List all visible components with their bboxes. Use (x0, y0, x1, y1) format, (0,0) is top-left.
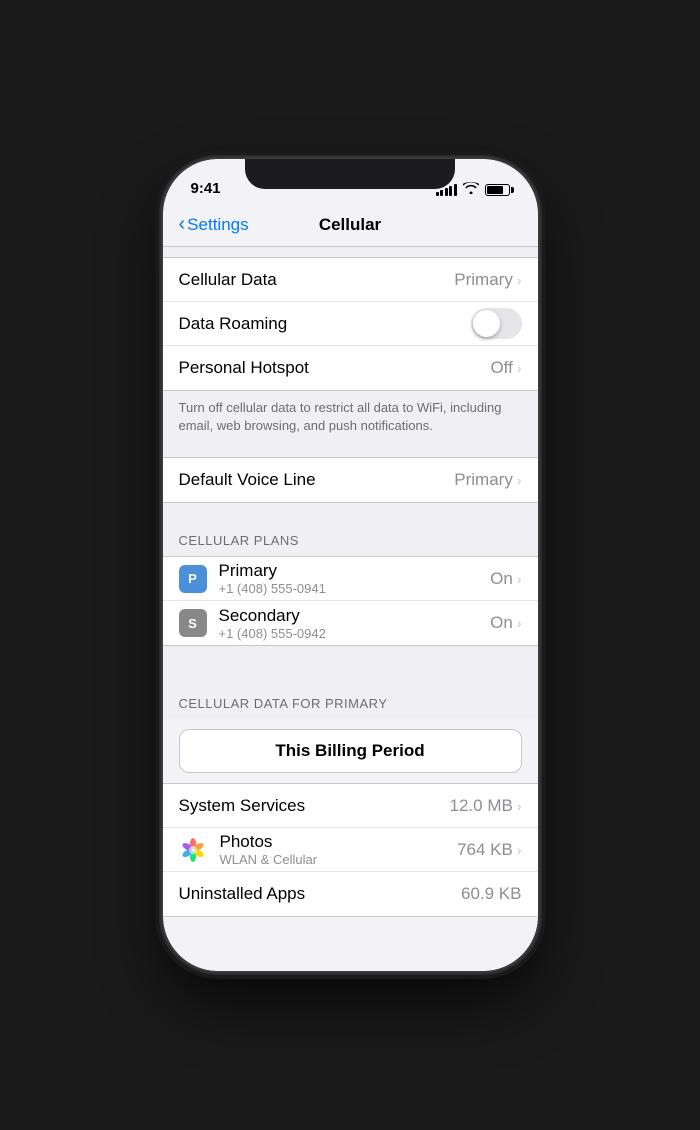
toggle-knob (473, 310, 500, 337)
photos-value: 764 KB › (457, 840, 521, 860)
data-roaming-toggle[interactable] (471, 308, 522, 339)
voice-line-group: Default Voice Line Primary › (163, 457, 538, 503)
wifi-icon (463, 182, 479, 197)
top-spacer (163, 247, 538, 257)
cellular-data-value: Primary › (454, 270, 521, 290)
chevron-right-icon: › (517, 360, 522, 376)
personal-hotspot-row[interactable]: Personal Hotspot Off › (163, 346, 538, 390)
system-services-row[interactable]: System Services 12.0 MB › (163, 784, 538, 828)
secondary-plan-info: Secondary +1 (408) 555-0942 (219, 606, 491, 641)
personal-hotspot-label: Personal Hotspot (179, 358, 491, 378)
photos-row[interactable]: Photos WLAN & Cellular 764 KB › (163, 828, 538, 872)
chevron-right-icon: › (517, 472, 522, 488)
billing-period-button[interactable]: This Billing Period (179, 729, 522, 773)
back-label: Settings (187, 215, 248, 235)
chevron-right-icon: › (517, 272, 522, 288)
chevron-right-icon: › (517, 571, 522, 587)
back-button[interactable]: ‹ Settings (179, 215, 249, 235)
chevron-right-icon: › (517, 798, 522, 814)
screen: 9:41 (163, 159, 538, 971)
uninstalled-apps-value: 60.9 KB (461, 884, 522, 904)
photos-label: Photos (220, 832, 458, 852)
primary-plan-name: Primary (219, 561, 491, 581)
battery-icon (485, 184, 510, 196)
default-voice-line-label: Default Voice Line (179, 470, 455, 490)
secondary-plan-value: On › (490, 613, 521, 633)
data-roaming-row[interactable]: Data Roaming (163, 302, 538, 346)
primary-plan-icon: P (179, 565, 207, 593)
cellular-data-row[interactable]: Cellular Data Primary › (163, 258, 538, 302)
photos-info: Photos WLAN & Cellular (220, 832, 458, 867)
chevron-right-icon: › (517, 615, 522, 631)
page-title: Cellular (319, 215, 381, 235)
status-time: 9:41 (191, 180, 221, 197)
default-voice-line-row[interactable]: Default Voice Line Primary › (163, 458, 538, 502)
primary-plan-info: Primary +1 (408) 555-0941 (219, 561, 491, 596)
secondary-plan-name: Secondary (219, 606, 491, 626)
default-voice-line-value: Primary › (454, 470, 521, 490)
battery-fill (487, 186, 504, 194)
data-roaming-label: Data Roaming (179, 314, 471, 334)
navigation-bar: ‹ Settings Cellular (163, 203, 538, 247)
notch (245, 159, 455, 189)
uninstalled-apps-row[interactable]: Uninstalled Apps 60.9 KB (163, 872, 538, 916)
photos-app-icon (179, 835, 208, 864)
cellular-plans-header: CELLULAR PLANS (163, 513, 538, 556)
primary-plan-value: On › (490, 569, 521, 589)
secondary-plan-number: +1 (408) 555-0942 (219, 626, 491, 641)
spacer-4 (163, 646, 538, 676)
personal-hotspot-value: Off › (490, 358, 521, 378)
spacer-3 (163, 503, 538, 513)
cellular-data-description: Turn off cellular data to restrict all d… (163, 391, 538, 447)
phone-frame: 9:41 (163, 159, 538, 971)
cellular-data-primary-header: CELLULAR DATA FOR PRIMARY (163, 676, 538, 719)
chevron-left-icon: ‹ (179, 214, 186, 234)
photos-sublabel: WLAN & Cellular (220, 852, 458, 867)
secondary-plan-row[interactable]: S Secondary +1 (408) 555-0942 On › (163, 601, 538, 645)
primary-plan-number: +1 (408) 555-0941 (219, 581, 491, 596)
cellular-data-label: Cellular Data (179, 270, 455, 290)
primary-plan-row[interactable]: P Primary +1 (408) 555-0941 On › (163, 557, 538, 601)
spacer-2 (163, 447, 538, 457)
secondary-plan-icon: S (179, 609, 207, 637)
system-services-label: System Services (179, 796, 450, 816)
system-services-value: 12.0 MB › (450, 796, 522, 816)
cellular-data-group: Cellular Data Primary › Data Roaming Per… (163, 257, 538, 391)
settings-content: Cellular Data Primary › Data Roaming Per… (163, 247, 538, 971)
cellular-plans-group: P Primary +1 (408) 555-0941 On › S Secon… (163, 556, 538, 646)
chevron-right-icon: › (517, 842, 522, 858)
data-usage-group: System Services 12.0 MB › (163, 783, 538, 917)
uninstalled-apps-label: Uninstalled Apps (179, 884, 462, 904)
